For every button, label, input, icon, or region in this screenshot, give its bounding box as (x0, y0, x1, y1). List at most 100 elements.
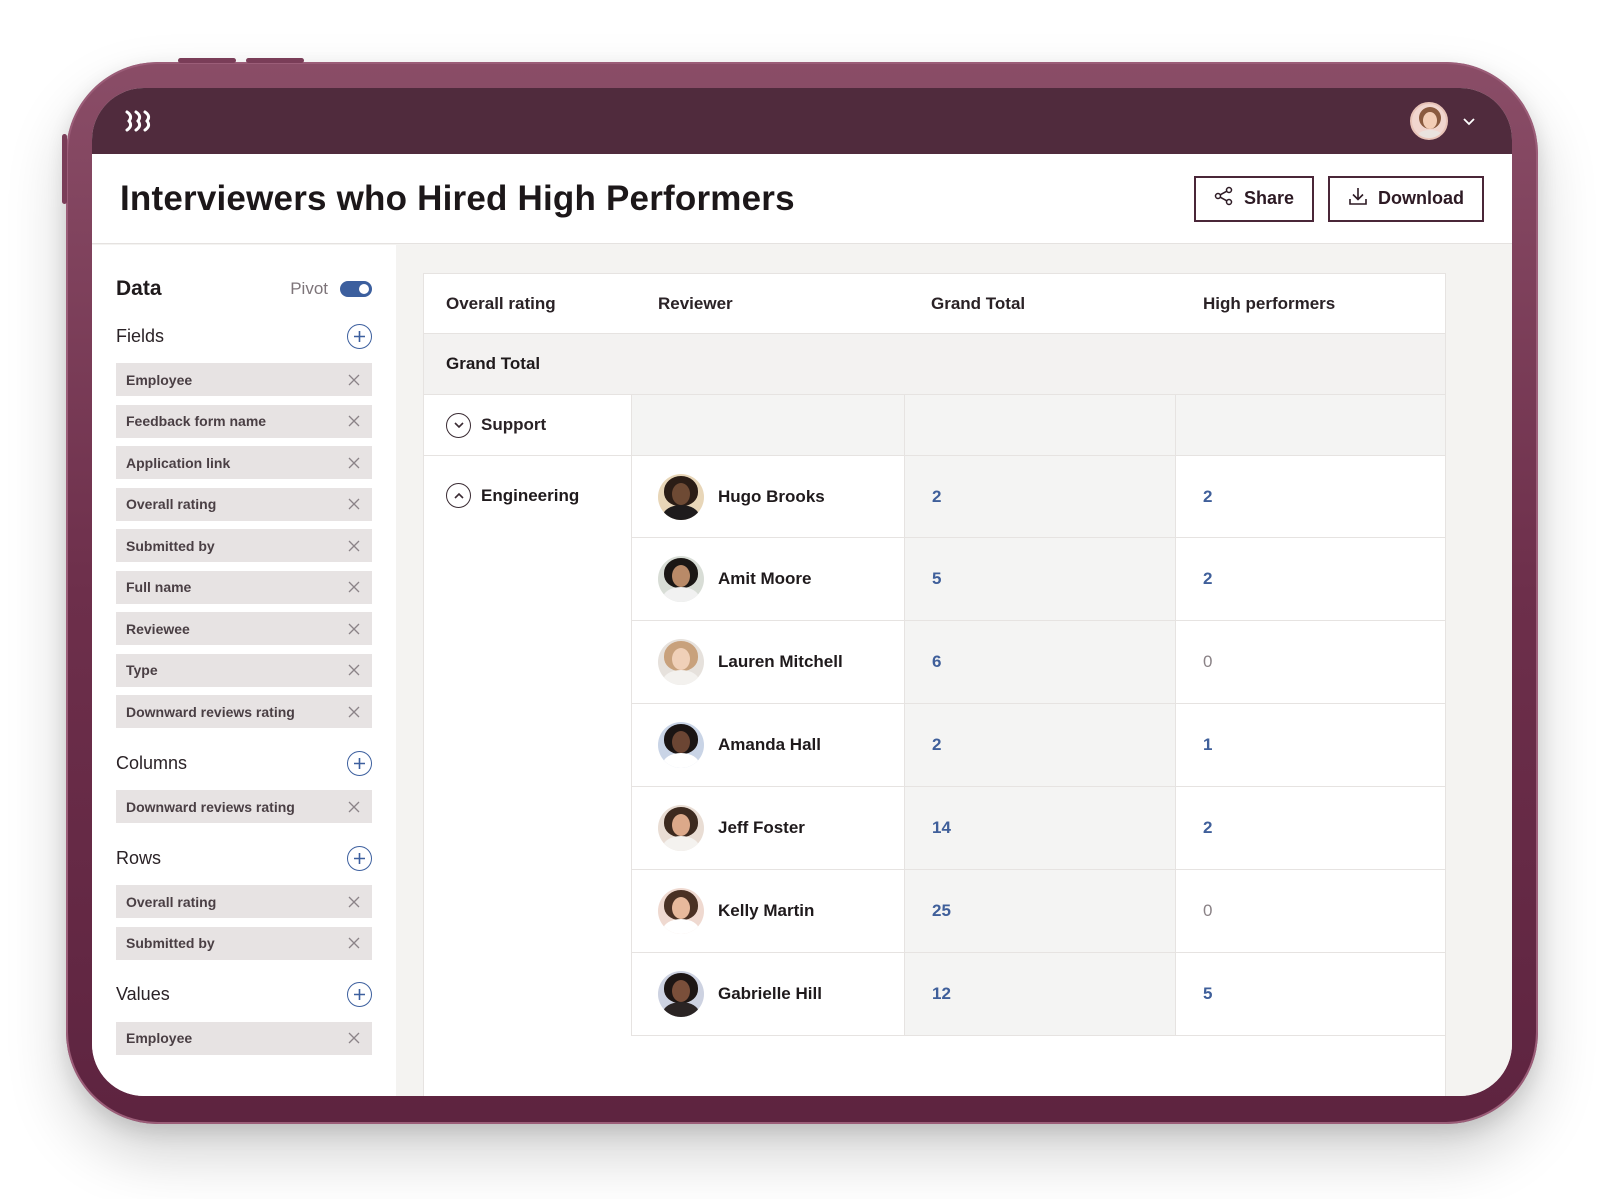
page-title: Interviewers who Hired High Performers (120, 178, 795, 218)
remove-icon[interactable] (348, 415, 360, 427)
remove-icon[interactable] (348, 457, 360, 469)
field-chip[interactable]: Type (116, 653, 372, 687)
grand-total-row: Grand Total (424, 334, 1445, 395)
field-chip[interactable]: Feedback form name (116, 404, 372, 438)
grand-total-cell[interactable]: 2 (904, 456, 1175, 537)
column-header-overall-rating[interactable]: Overall rating (424, 294, 631, 314)
table-row[interactable]: Kelly Martin 25 0 (631, 870, 1445, 953)
grand-total-cell[interactable]: 6 (904, 621, 1175, 703)
download-label: Download (1378, 188, 1464, 208)
high-performers-value: 2 (1203, 486, 1213, 506)
field-chip[interactable]: Full name (116, 570, 372, 604)
field-chip[interactable]: Reviewee (116, 612, 372, 645)
field-chip[interactable]: Employee (116, 363, 372, 396)
field-chip[interactable]: Overall rating (116, 487, 372, 521)
high-performers-value: 2 (1203, 818, 1213, 837)
avatar (658, 888, 704, 934)
collapse-chevron-icon[interactable] (446, 483, 471, 508)
columns-section: Columns Downward reviews rating (116, 750, 372, 823)
table-row[interactable]: Amit Moore 5 2 (631, 538, 1445, 621)
high-performers-cell[interactable]: 2 (1175, 787, 1445, 869)
grand-total-cell[interactable]: 25 (904, 870, 1175, 952)
grand-total-value: 2 (932, 486, 942, 506)
field-chip[interactable]: Application link (116, 446, 372, 479)
remove-icon[interactable] (348, 498, 360, 510)
group-label-support: Support (481, 415, 547, 434)
add-field-icon[interactable] (347, 323, 372, 349)
table-row[interactable]: Amanda Hall 2 1 (631, 704, 1445, 787)
field-chip[interactable]: Submitted by (116, 926, 372, 960)
table-row[interactable]: Hugo Brooks 2 2 (631, 456, 1445, 538)
pivot-label: Pivot (290, 279, 328, 298)
pivot-toggle[interactable] (340, 281, 372, 297)
user-avatar[interactable] (1410, 102, 1448, 140)
table-row[interactable]: Gabrielle Hill 12 5 (631, 953, 1445, 1036)
field-chip-label: Overall rating (126, 496, 217, 512)
remove-icon[interactable] (348, 581, 360, 593)
high-performers-cell[interactable]: 2 (1175, 538, 1445, 620)
values-title: Values (116, 984, 170, 1004)
field-chip[interactable]: Overall rating (116, 885, 372, 918)
column-header-reviewer[interactable]: Reviewer (631, 294, 904, 314)
grand-total-cell[interactable]: 2 (904, 704, 1175, 786)
high-performers-cell[interactable]: 5 (1175, 953, 1445, 1035)
values-section: Values Employee (116, 982, 372, 1055)
field-chip-label: Downward reviews rating (126, 798, 295, 815)
field-chip[interactable]: Downward reviews rating (116, 790, 372, 823)
reviewer-cell: Amit Moore (631, 538, 904, 620)
reviewer-name: Kelly Martin (718, 901, 815, 920)
column-header-grand-total[interactable]: Grand Total (904, 294, 1175, 314)
field-chip-label: Full name (126, 579, 192, 595)
sidebar-title: Data (116, 277, 162, 300)
remove-icon[interactable] (348, 374, 360, 386)
user-menu[interactable] (1410, 102, 1476, 140)
field-chip-label: Employee (126, 1030, 193, 1046)
values-list: Employee (116, 1021, 372, 1055)
fields-list: Employee Feedback form name Application li… (116, 363, 372, 728)
field-chip-label: Submitted by (126, 935, 215, 951)
column-header-high-performers[interactable]: High performers (1175, 294, 1335, 314)
remove-icon[interactable] (348, 623, 360, 635)
expand-chevron-icon[interactable] (446, 412, 471, 438)
add-value-icon[interactable] (347, 982, 372, 1007)
share-icon (1214, 186, 1234, 211)
remove-icon[interactable] (348, 896, 360, 908)
remove-icon[interactable] (348, 937, 360, 949)
high-performers-cell[interactable]: 0 (1175, 870, 1445, 952)
empty-cell (631, 395, 904, 455)
download-button[interactable]: Download (1328, 175, 1484, 222)
remove-icon[interactable] (348, 706, 360, 718)
reviewer-name: Jeff Foster (718, 818, 805, 837)
field-chip[interactable]: Employee (116, 1021, 372, 1055)
grand-total-label: Grand Total (446, 354, 541, 373)
chevron-down-icon[interactable] (1462, 114, 1476, 128)
field-chip[interactable]: Submitted by (116, 529, 372, 562)
group-row-support[interactable]: Support (424, 395, 1445, 456)
field-chip[interactable]: Downward reviews rating (116, 695, 372, 728)
table-row[interactable]: Lauren Mitchell 6 0 (631, 621, 1445, 704)
high-performers-cell[interactable]: 1 (1175, 704, 1445, 786)
share-button[interactable]: Share (1193, 175, 1314, 222)
remove-icon[interactable] (348, 1032, 360, 1044)
high-performers-value: 1 (1203, 735, 1213, 754)
high-performers-cell[interactable]: 2 (1175, 456, 1445, 537)
app-logo-icon[interactable] (124, 110, 154, 132)
remove-icon[interactable] (348, 801, 360, 813)
high-performers-cell[interactable]: 0 (1175, 621, 1445, 703)
field-chip-label: Downward reviews rating (126, 703, 295, 720)
rows-list: Overall rating Submitted by (116, 885, 372, 960)
empty-cell (1175, 395, 1445, 455)
grand-total-cell[interactable]: 12 (904, 953, 1175, 1035)
group-row-engineering: Engineering Hugo Brooks 2 2 Amit Moore 5 2 Lau… (424, 456, 1445, 1036)
table-row[interactable]: Jeff Foster 14 2 (631, 787, 1445, 870)
grand-total-value: 6 (932, 652, 942, 671)
grand-total-cell[interactable]: 5 (904, 538, 1175, 620)
add-row-icon[interactable] (347, 845, 372, 871)
add-column-icon[interactable] (347, 750, 372, 776)
grand-total-value: 25 (932, 901, 951, 920)
remove-icon[interactable] (348, 664, 360, 676)
grand-total-cell[interactable]: 14 (904, 787, 1175, 869)
columns-title: Columns (116, 752, 188, 773)
remove-icon[interactable] (348, 540, 360, 552)
reviewer-cell: Gabrielle Hill (631, 953, 904, 1035)
